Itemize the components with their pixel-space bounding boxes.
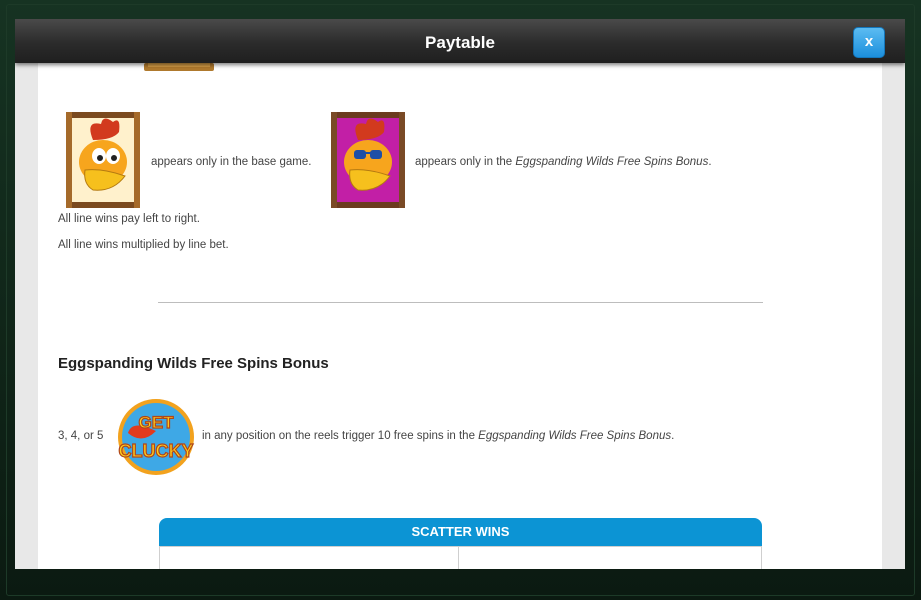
scatter-logo-line1: GET (139, 413, 175, 432)
base-wild-text: appears only in the base game. (151, 156, 312, 168)
table-column-divider (458, 547, 459, 569)
bonus-wild-prefix: appears only in the (415, 156, 516, 168)
scatter-trigger-text: in any position on the reels trigger 10 … (202, 430, 674, 442)
rule-line-1: All line wins pay left to right. (58, 213, 200, 225)
bonus-section-title: Eggspanding Wilds Free Spins Bonus (58, 355, 329, 372)
scatter-symbol-image: GET CLUCKY (118, 399, 194, 475)
scatter-bonus-name: Eggspanding Wilds Free Spins Bonus (478, 430, 672, 442)
scatter-logo-line2: CLUCKY (119, 441, 194, 461)
paytable-modal: Paytable x appears only in the base game… (15, 19, 905, 569)
bonus-wild-symbol-image (331, 112, 405, 208)
base-wild-symbol-image (66, 112, 140, 208)
modal-title: Paytable (425, 33, 495, 52)
scatter-trigger-period: . (671, 430, 675, 442)
modal-header: Paytable x (15, 19, 905, 63)
paytable-content[interactable]: appears only in the base game. appears o… (38, 63, 882, 569)
bonus-wild-name: Eggspanding Wilds Free Spins Bonus (515, 156, 709, 168)
close-button[interactable]: x (853, 27, 885, 58)
section-divider (158, 302, 763, 303)
scatter-wins-table-header: SCATTER WINS (159, 518, 762, 546)
scatter-count-text: 3, 4, or 5 (58, 430, 104, 442)
rule-line-2: All line wins multiplied by line bet. (58, 239, 229, 251)
bonus-wild-text: appears only in the Eggspanding Wilds Fr… (415, 156, 712, 168)
scatter-trigger-prefix: in any position on the reels trigger 10 … (202, 430, 479, 442)
scatter-wins-table (159, 546, 762, 569)
bonus-wild-period: . (708, 156, 712, 168)
